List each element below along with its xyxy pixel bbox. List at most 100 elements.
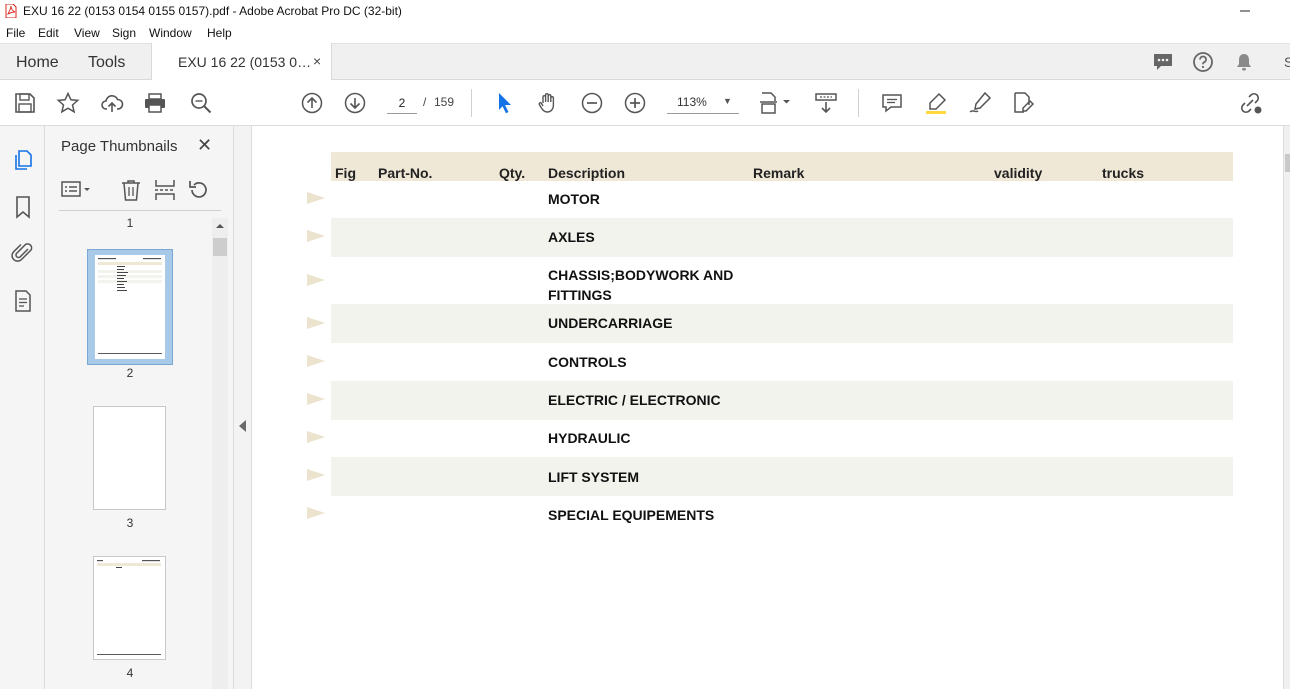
document-tab-label: EXU 16 22 (0153 0… bbox=[178, 54, 312, 70]
document-scrollbar[interactable] bbox=[1283, 126, 1290, 689]
menu-file[interactable]: File bbox=[6, 26, 25, 40]
cloud-upload-icon[interactable] bbox=[100, 91, 124, 115]
page-display-icon[interactable] bbox=[758, 91, 794, 115]
draw-pencil-icon[interactable] bbox=[968, 91, 992, 115]
thumbnail-page[interactable] bbox=[93, 556, 166, 660]
row-description: ELECTRIC / ELECTRONIC bbox=[548, 392, 721, 408]
table-row[interactable]: AXLES bbox=[307, 218, 1233, 257]
row-link-arrow-icon[interactable] bbox=[307, 393, 325, 405]
column-trucks: trucks bbox=[1102, 165, 1145, 181]
attachment-paperclip-icon[interactable] bbox=[11, 241, 35, 265]
thumbnail-options-icon[interactable] bbox=[59, 178, 95, 202]
column-fig: Fig bbox=[335, 165, 356, 181]
svg-text:S: S bbox=[1284, 54, 1290, 70]
row-description: UNDERCARRIAGE bbox=[548, 315, 673, 331]
add-comment-icon[interactable] bbox=[880, 91, 904, 115]
tab-home[interactable]: Home bbox=[16, 54, 59, 72]
zoom-level-dropdown[interactable]: 113% ▼ bbox=[667, 92, 739, 114]
scrollbar-thumb[interactable] bbox=[213, 238, 227, 256]
column-validity: validity bbox=[994, 165, 1043, 181]
menu-window[interactable]: Window bbox=[149, 26, 192, 40]
menu-sign[interactable]: Sign bbox=[112, 26, 136, 40]
save-icon[interactable] bbox=[13, 91, 37, 115]
zoom-level-value: 113% bbox=[677, 95, 707, 109]
fill-sign-icon[interactable] bbox=[1011, 91, 1035, 115]
navigation-rail bbox=[0, 126, 45, 689]
table-row[interactable]: HYDRAULIC bbox=[307, 420, 1233, 457]
print-icon[interactable] bbox=[143, 91, 167, 115]
help-icon[interactable] bbox=[1192, 51, 1214, 73]
tab-document[interactable]: EXU 16 22 (0153 0… × bbox=[151, 43, 332, 81]
menu-view[interactable]: View bbox=[74, 26, 100, 40]
table-row[interactable]: UNDERCARRIAGE bbox=[307, 304, 1233, 343]
zoom-search-icon[interactable] bbox=[189, 91, 213, 115]
thumbnail-page-image bbox=[95, 255, 165, 359]
thumbnail-content-preview bbox=[98, 258, 162, 354]
menu-bar: File Edit View Sign Window Help bbox=[0, 23, 1290, 43]
row-link-arrow-icon[interactable] bbox=[307, 355, 325, 367]
next-page-icon[interactable] bbox=[343, 91, 367, 115]
close-tab-button[interactable]: × bbox=[313, 53, 321, 69]
row-link-arrow-icon[interactable] bbox=[307, 507, 325, 519]
rotate-page-icon[interactable] bbox=[187, 178, 211, 202]
page-number-input[interactable] bbox=[387, 92, 417, 114]
close-panel-button[interactable]: ✕ bbox=[197, 135, 212, 156]
notification-bell-icon[interactable] bbox=[1233, 51, 1255, 73]
select-cursor-icon[interactable] bbox=[493, 91, 517, 115]
toolbar-separator bbox=[858, 89, 859, 117]
row-link-arrow-icon[interactable] bbox=[307, 230, 325, 242]
hand-tool-icon[interactable] bbox=[536, 91, 560, 115]
thumbnail-page[interactable] bbox=[93, 406, 166, 510]
thumbnail-scrollbar[interactable] bbox=[212, 218, 228, 689]
highlight-pen-icon[interactable] bbox=[924, 91, 948, 115]
scroll-up-arrow-icon[interactable] bbox=[212, 218, 228, 234]
toolbar-separator bbox=[471, 89, 472, 117]
tab-tools[interactable]: Tools bbox=[88, 54, 125, 72]
comment-bubble-icon[interactable] bbox=[1152, 51, 1174, 73]
column-qty: Qty. bbox=[499, 165, 526, 181]
thumbnail-page-label: 4 bbox=[126, 666, 134, 680]
share-link-icon[interactable] bbox=[1238, 91, 1262, 115]
table-row[interactable]: LIFT SYSTEM bbox=[307, 457, 1233, 496]
table-row[interactable]: MOTOR bbox=[307, 181, 1233, 218]
page-separator: / bbox=[423, 95, 427, 109]
zoom-out-icon[interactable] bbox=[580, 91, 604, 115]
insert-page-icon[interactable] bbox=[153, 178, 177, 202]
delete-page-icon[interactable] bbox=[119, 178, 143, 202]
document-view[interactable]: Fig Part-No. Qty. Description Remark val… bbox=[253, 126, 1283, 689]
table-row[interactable]: CHASSIS;BODYWORK AND FITTINGS bbox=[307, 257, 1233, 304]
sign-in-icon[interactable]: S bbox=[1280, 51, 1290, 73]
zoom-in-icon[interactable] bbox=[623, 91, 647, 115]
panel-collapse-handle[interactable] bbox=[234, 126, 252, 689]
document-properties-icon[interactable] bbox=[11, 289, 35, 313]
main-toolbar: / 159 113% ▼ bbox=[0, 80, 1290, 126]
collapse-arrow-icon bbox=[239, 420, 246, 432]
thumbnail-page-selected[interactable] bbox=[87, 249, 173, 365]
minimize-button[interactable] bbox=[1236, 3, 1256, 19]
thumbnail-page-label: 3 bbox=[126, 516, 134, 530]
scrollbar-thumb[interactable] bbox=[1285, 154, 1290, 172]
page-thumbnails-panel: Page Thumbnails ✕ 1 2 3 4 bbox=[45, 126, 234, 689]
title-bar: EXU 16 22 (0153 0154 0155 0157).pdf - Ad… bbox=[0, 0, 1290, 23]
acrobat-pdf-icon bbox=[5, 4, 17, 18]
bookmark-icon[interactable] bbox=[11, 195, 35, 219]
table-row[interactable]: ELECTRIC / ELECTRONIC bbox=[307, 381, 1233, 420]
row-description: AXLES bbox=[548, 229, 595, 245]
page-thumbnails-icon[interactable] bbox=[11, 148, 35, 172]
table-row[interactable]: CONTROLS bbox=[307, 343, 1233, 381]
row-link-arrow-icon[interactable] bbox=[307, 469, 325, 481]
row-link-arrow-icon[interactable] bbox=[307, 274, 325, 286]
row-link-arrow-icon[interactable] bbox=[307, 317, 325, 329]
star-bookmark-icon[interactable] bbox=[56, 91, 80, 115]
scroll-mode-icon[interactable] bbox=[814, 91, 838, 115]
row-description: MOTOR bbox=[548, 191, 600, 207]
column-description: Description bbox=[548, 165, 626, 181]
row-link-arrow-icon[interactable] bbox=[307, 431, 325, 443]
table-row[interactable]: SPECIAL EQUIPEMENTS bbox=[307, 496, 1233, 534]
thumbnail-content-preview bbox=[97, 560, 161, 655]
row-link-arrow-icon[interactable] bbox=[307, 192, 325, 204]
tab-bar: Home Tools EXU 16 22 (0153 0… × S bbox=[0, 43, 1290, 81]
menu-edit[interactable]: Edit bbox=[38, 26, 59, 40]
menu-help[interactable]: Help bbox=[207, 26, 232, 40]
previous-page-icon[interactable] bbox=[300, 91, 324, 115]
